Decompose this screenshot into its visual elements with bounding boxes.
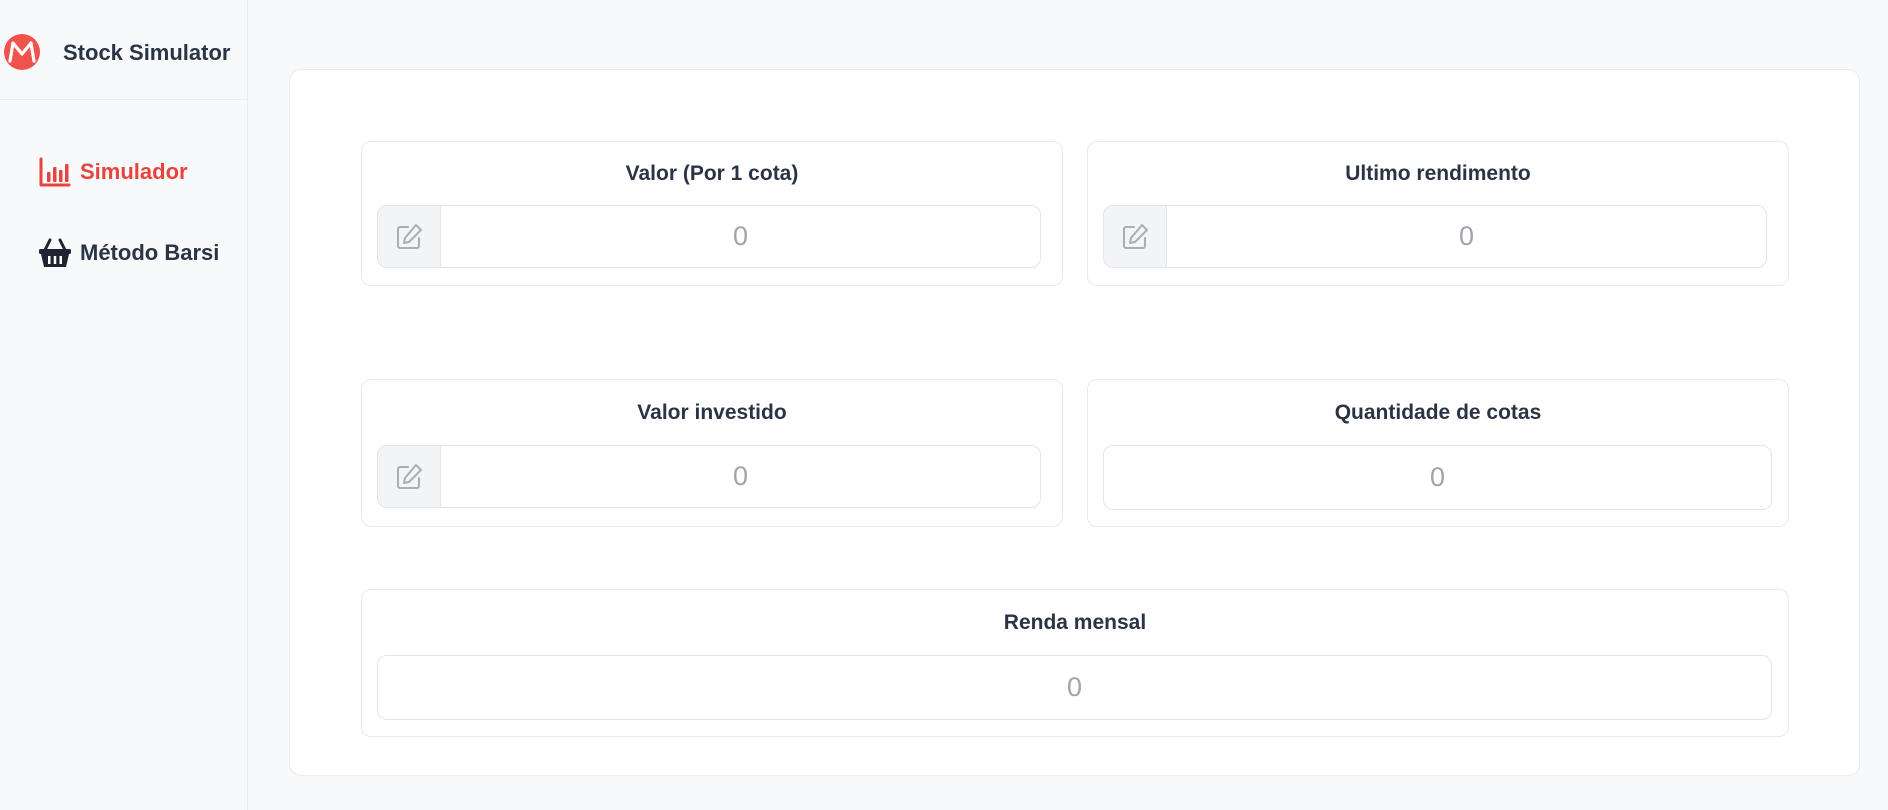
brand-header: Stock Simulator: [0, 0, 247, 100]
sidebar-item-label: Método Barsi: [80, 240, 220, 265]
renda-mensal-field[interactable]: [378, 656, 1771, 719]
valor-cota-input[interactable]: [441, 206, 1040, 267]
edit-icon: [1104, 206, 1167, 267]
sidebar-item-simulador[interactable]: Simulador: [38, 154, 188, 190]
logo-m-icon: [4, 34, 40, 70]
app-title: Stock Simulator: [63, 40, 231, 65]
field-label: Ultimo rendimento: [1345, 162, 1531, 185]
field-label: Quantidade de cotas: [1334, 401, 1542, 424]
field-card-renda-mensal: Renda mensal: [361, 589, 1789, 737]
sidebar-item-metodo-barsi[interactable]: Método Barsi: [38, 235, 219, 271]
sidebar-item-label: Simulador: [80, 159, 188, 184]
edit-icon: [378, 446, 441, 507]
quantidade-cotas-field[interactable]: [1104, 446, 1771, 509]
edit-icon: [378, 206, 441, 267]
input-group-ultimo-rendimento: [1103, 205, 1767, 268]
field-card-valor-investido: Valor investido: [361, 379, 1063, 527]
bar-chart-icon: [39, 157, 71, 187]
field-label: Valor (Por 1 cota): [625, 162, 799, 185]
field-card-quantidade-cotas: Quantidade de cotas: [1087, 379, 1789, 527]
field-card-valor-cota: Valor (Por 1 cota): [361, 141, 1063, 286]
simulator-panel: Valor (Por 1 cota) Ultimo rendimento: [289, 69, 1860, 776]
valor-investido-input[interactable]: [441, 446, 1040, 507]
input-group-quantidade-cotas: [1103, 445, 1772, 510]
sidebar: Stock Simulator Simulador Método Barsi: [0, 0, 248, 810]
input-group-valor-investido: [377, 445, 1041, 508]
input-group-renda-mensal: [377, 655, 1772, 720]
ultimo-rendimento-input[interactable]: [1167, 206, 1766, 267]
input-group-valor-cota: [377, 205, 1041, 268]
basket-icon: [39, 238, 71, 267]
field-label: Renda mensal: [1003, 611, 1147, 634]
field-card-ultimo-rendimento: Ultimo rendimento: [1087, 141, 1789, 286]
field-label: Valor investido: [637, 401, 787, 424]
